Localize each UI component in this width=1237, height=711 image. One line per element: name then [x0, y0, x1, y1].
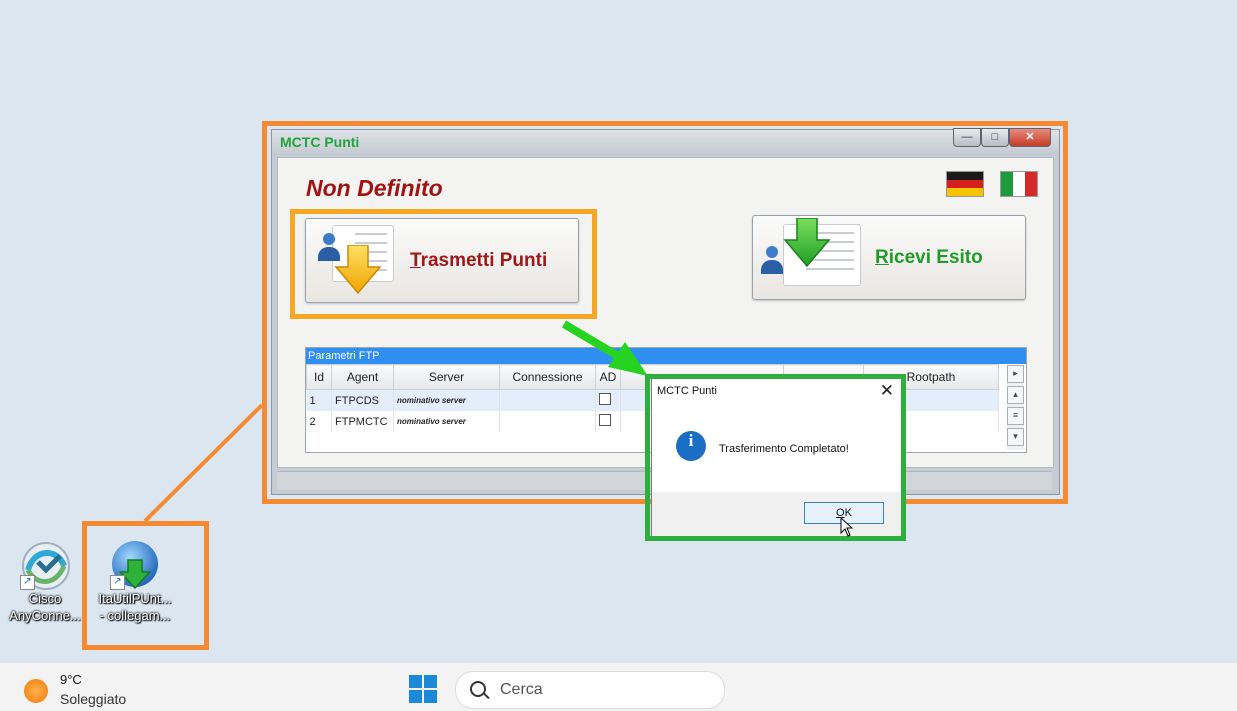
weather-temperature[interactable]: 9°C: [60, 672, 82, 687]
desktop-icon-label: - collegam...: [99, 608, 171, 623]
weather-sun-icon[interactable]: [24, 679, 48, 703]
windows-start-icon[interactable]: [409, 675, 437, 703]
taskbar: 9°C Soleggiato Cerca: [0, 663, 1237, 711]
desktop-icon-cisco[interactable]: ↗ Cisco AnyConne...: [0, 540, 90, 624]
desktop-icon-label: ItaUtilPUnt...: [98, 591, 172, 606]
weather-condition[interactable]: Soleggiato: [60, 691, 126, 707]
mouse-cursor-icon: [840, 516, 854, 537]
shortcut-arrow-icon: ↗: [110, 575, 125, 590]
shortcut-arrow-icon: ↗: [20, 575, 35, 590]
desktop-icon-itautilpunti[interactable]: ↗ ItaUtilPUnt... - collegam...: [90, 540, 180, 624]
taskbar-search[interactable]: Cerca: [455, 671, 725, 709]
desktop-icon-label: AnyConne...: [9, 608, 81, 623]
desktop-icon-label: Cisco: [28, 591, 62, 606]
search-placeholder: Cerca: [500, 681, 543, 698]
search-icon: [470, 681, 486, 697]
